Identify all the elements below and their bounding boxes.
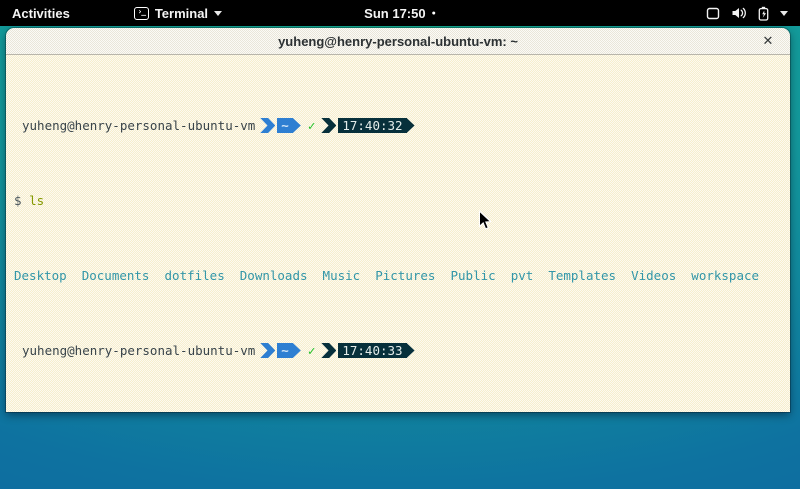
close-button[interactable]: ✕ bbox=[758, 31, 778, 51]
prompt-cwd: ~ bbox=[277, 343, 293, 358]
prompt-user-host: yuheng@henry-personal-ubuntu-vm bbox=[22, 118, 255, 133]
powerline-prompt: ~ ✓ 17:40:33 bbox=[260, 343, 414, 358]
battery-charging-icon bbox=[758, 6, 769, 21]
activities-button[interactable]: Activities bbox=[0, 0, 82, 26]
prompt-line: yuheng@henry-personal-ubuntu-vm ~ ✓ 17:4… bbox=[14, 118, 790, 133]
ls-output: Desktop Documents dotfiles Downloads Mus… bbox=[14, 268, 790, 283]
status-check-icon: ✓ bbox=[308, 118, 316, 133]
clock-button[interactable]: Sun 17:50 bbox=[364, 6, 425, 21]
app-menu-terminal[interactable]: ›_ Terminal bbox=[124, 0, 232, 26]
powerline-tip-icon bbox=[407, 118, 415, 133]
powerline-tip-icon bbox=[293, 343, 301, 358]
app-menu-label: Terminal bbox=[155, 6, 208, 21]
powerline-prompt: ~ ✓ 17:40:32 bbox=[260, 118, 414, 133]
powerline-arrow-icon bbox=[260, 118, 275, 133]
activities-label: Activities bbox=[12, 6, 70, 21]
status-check-icon: ✓ bbox=[308, 343, 316, 358]
prompt-time: 17:40:32 bbox=[338, 118, 406, 133]
top-bar: Activities ›_ Terminal Sun 17:50 ● bbox=[0, 0, 800, 26]
powerline-tip-icon bbox=[293, 118, 301, 133]
window-title: yuheng@henry-personal-ubuntu-vm: ~ bbox=[278, 34, 518, 49]
prompt-line: yuheng@henry-personal-ubuntu-vm ~ ✓ 17:4… bbox=[14, 343, 790, 358]
terminal-content[interactable]: yuheng@henry-personal-ubuntu-vm ~ ✓ 17:4… bbox=[6, 55, 790, 412]
chevron-down-icon bbox=[214, 11, 222, 16]
prompt-cwd: ~ bbox=[277, 118, 293, 133]
powerline-arrow-icon bbox=[260, 343, 275, 358]
terminal-icon: ›_ bbox=[134, 7, 149, 20]
prompt-time: 17:40:33 bbox=[338, 343, 406, 358]
command-text: ls bbox=[29, 193, 44, 208]
prompt-user-host: yuheng@henry-personal-ubuntu-vm bbox=[22, 343, 255, 358]
top-bar-left: Activities ›_ Terminal bbox=[0, 0, 232, 26]
prompt-symbol: $ bbox=[14, 193, 22, 208]
powerline-arrow-icon bbox=[321, 343, 336, 358]
powerline-tip-icon bbox=[407, 343, 415, 358]
system-status-menu[interactable] bbox=[694, 0, 800, 26]
chevron-down-icon bbox=[780, 11, 788, 16]
volume-icon bbox=[731, 6, 747, 20]
terminal-window: yuheng@henry-personal-ubuntu-vm: ~ ✕ yuh… bbox=[6, 28, 790, 412]
screen-icon bbox=[706, 7, 720, 20]
command-line: $ ls bbox=[14, 193, 790, 208]
window-titlebar[interactable]: yuheng@henry-personal-ubuntu-vm: ~ ✕ bbox=[6, 28, 790, 55]
notification-dot-icon: ● bbox=[432, 10, 436, 17]
powerline-arrow-icon bbox=[321, 118, 336, 133]
